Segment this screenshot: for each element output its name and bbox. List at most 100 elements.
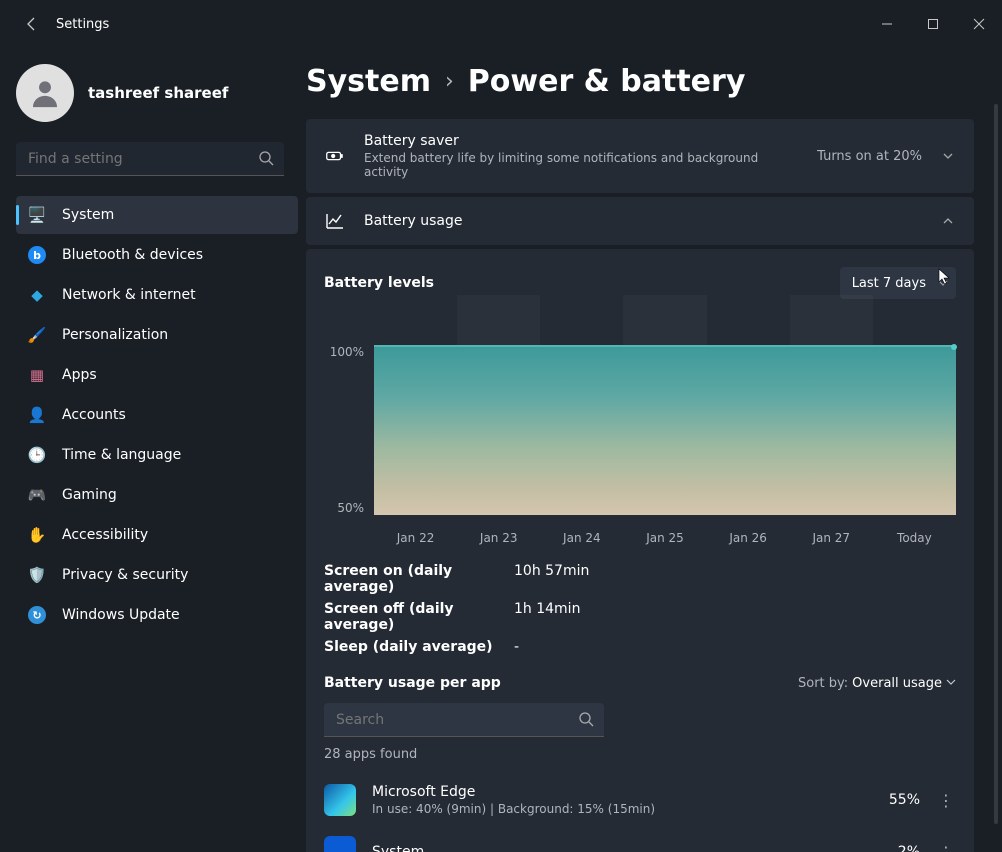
chevron-down-icon bbox=[938, 277, 948, 292]
app-pct: 55% bbox=[870, 792, 920, 808]
time-range-value: Last 7 days bbox=[852, 276, 926, 291]
apps-found-label: 28 apps found bbox=[324, 747, 956, 762]
breadcrumb: System › Power & battery bbox=[306, 64, 974, 99]
stat-value: 1h 14min bbox=[514, 601, 580, 633]
sidebar-item-label: Accessibility bbox=[62, 527, 148, 543]
app-sub: In use: 40% (9min) | Background: 15% (15… bbox=[372, 802, 854, 816]
app-pct: 2% bbox=[870, 844, 920, 852]
nav-icon: 🖌️ bbox=[28, 326, 46, 344]
sidebar-item-label: Bluetooth & devices bbox=[62, 247, 203, 263]
app-name: System bbox=[372, 844, 854, 852]
nav: 🖥️System b Bluetooth & devices ◆ Network & i… bbox=[16, 196, 298, 634]
sidebar-item-system[interactable]: 🖥️System bbox=[16, 196, 298, 234]
x-tick: Jan 27 bbox=[790, 531, 873, 545]
page-title: Power & battery bbox=[468, 64, 746, 99]
chart-icon bbox=[324, 211, 346, 231]
settings-search[interactable] bbox=[16, 142, 284, 176]
nav-icon: ✋ bbox=[28, 526, 46, 544]
close-button[interactable] bbox=[956, 8, 1002, 40]
app-search[interactable] bbox=[324, 703, 604, 737]
x-tick: Jan 24 bbox=[540, 531, 623, 545]
x-tick: Jan 25 bbox=[623, 531, 706, 545]
nav-icon: b bbox=[28, 246, 46, 264]
more-button[interactable]: ⋮ bbox=[936, 791, 956, 810]
battery-levels-chart: 100%50% Jan 22Jan 23Jan 24Jan 25Jan 26Ja… bbox=[324, 315, 956, 545]
nav-icon: ↻ bbox=[28, 606, 46, 624]
search-input[interactable] bbox=[16, 142, 284, 176]
stat-label: Screen off (daily average) bbox=[324, 601, 514, 633]
scrollbar[interactable] bbox=[994, 104, 998, 824]
crumb-parent[interactable]: System bbox=[306, 64, 431, 99]
nav-icon: ◆ bbox=[28, 286, 46, 304]
arrow-left-icon bbox=[24, 16, 40, 32]
y-tick: 100% bbox=[324, 345, 364, 359]
search-icon bbox=[578, 711, 594, 731]
sidebar-item-bluetooth-devices[interactable]: b Bluetooth & devices bbox=[16, 236, 298, 274]
battery-saver-row[interactable]: Battery saver Extend battery life by lim… bbox=[306, 119, 974, 193]
nav-icon: ▦ bbox=[28, 366, 46, 384]
user-name: tashreef shareef bbox=[88, 84, 228, 102]
person-icon bbox=[28, 76, 62, 110]
battery-saver-icon bbox=[324, 145, 346, 167]
sidebar-item-time-language[interactable]: 🕒 Time & language bbox=[16, 436, 298, 474]
sidebar-item-label: Privacy & security bbox=[62, 567, 188, 583]
sidebar-item-accessibility[interactable]: ✋ Accessibility bbox=[16, 516, 298, 554]
back-button[interactable] bbox=[16, 8, 48, 40]
sidebar-item-label: System bbox=[62, 207, 114, 223]
stat-label: Screen on (daily average) bbox=[324, 563, 514, 595]
nav-icon: 👤 bbox=[28, 406, 46, 424]
battery-usage-header[interactable]: Battery usage bbox=[306, 197, 974, 245]
search-icon bbox=[258, 150, 274, 170]
sidebar-item-windows-update[interactable]: ↻ Windows Update bbox=[16, 596, 298, 634]
sidebar-item-personalization[interactable]: 🖌️ Personalization bbox=[16, 316, 298, 354]
battery-saver-title: Battery saver bbox=[364, 133, 799, 149]
sidebar-item-label: Windows Update bbox=[62, 607, 180, 623]
minimize-button[interactable] bbox=[864, 8, 910, 40]
app-icon bbox=[324, 784, 356, 816]
app-search-input[interactable] bbox=[324, 703, 604, 737]
sidebar-item-privacy-security[interactable]: 🛡️ Privacy & security bbox=[16, 556, 298, 594]
app-row[interactable]: System 2% ⋮ bbox=[324, 826, 956, 852]
chevron-down-icon bbox=[940, 148, 956, 164]
app-row[interactable]: Microsoft Edge In use: 40% (9min) | Backg… bbox=[324, 774, 956, 826]
chart-area bbox=[374, 345, 956, 515]
sidebar-item-gaming[interactable]: 🎮 Gaming bbox=[16, 476, 298, 514]
sidebar-item-network-internet[interactable]: ◆ Network & internet bbox=[16, 276, 298, 314]
sidebar-item-apps[interactable]: ▦ Apps bbox=[16, 356, 298, 394]
sidebar-item-label: Gaming bbox=[62, 487, 117, 503]
battery-saver-sub: Extend battery life by limiting some not… bbox=[364, 151, 799, 179]
per-app-title: Battery usage per app bbox=[324, 675, 501, 691]
nav-icon: 🎮 bbox=[28, 486, 46, 504]
stat-value: 10h 57min bbox=[514, 563, 589, 595]
sidebar-item-accounts[interactable]: 👤 Accounts bbox=[16, 396, 298, 434]
y-tick: 50% bbox=[324, 501, 364, 515]
nav-icon: 🕒 bbox=[28, 446, 46, 464]
window-controls bbox=[864, 8, 1002, 40]
sort-dropdown[interactable]: Sort by: Overall usage bbox=[798, 676, 956, 691]
chevron-down-icon bbox=[946, 676, 956, 691]
battery-saver-value: Turns on at 20% bbox=[817, 149, 922, 164]
chevron-right-icon: › bbox=[445, 69, 454, 94]
avatar bbox=[16, 64, 74, 122]
app-name: Microsoft Edge bbox=[372, 784, 854, 800]
stat-label: Sleep (daily average) bbox=[324, 639, 514, 655]
user-block[interactable]: tashreef shareef bbox=[16, 64, 298, 122]
sort-prefix: Sort by: bbox=[798, 676, 848, 691]
title-bar: Settings bbox=[0, 0, 1002, 48]
maximize-button[interactable] bbox=[910, 8, 956, 40]
content[interactable]: System › Power & battery Battery saver E… bbox=[306, 48, 1002, 852]
x-tick: Jan 26 bbox=[707, 531, 790, 545]
nav-icon: 🛡️ bbox=[28, 566, 46, 584]
x-tick: Jan 22 bbox=[374, 531, 457, 545]
window-title: Settings bbox=[56, 17, 109, 32]
sidebar-item-label: Network & internet bbox=[62, 287, 196, 303]
sidebar-item-label: Accounts bbox=[62, 407, 126, 423]
more-button[interactable]: ⋮ bbox=[936, 843, 956, 852]
sort-value: Overall usage bbox=[852, 676, 942, 691]
sidebar-item-label: Personalization bbox=[62, 327, 168, 343]
sidebar-item-label: Apps bbox=[62, 367, 97, 383]
sidebar-item-label: Time & language bbox=[62, 447, 181, 463]
app-icon bbox=[324, 836, 356, 852]
battery-usage-title: Battery usage bbox=[364, 213, 922, 229]
battery-levels-title: Battery levels bbox=[324, 275, 434, 291]
